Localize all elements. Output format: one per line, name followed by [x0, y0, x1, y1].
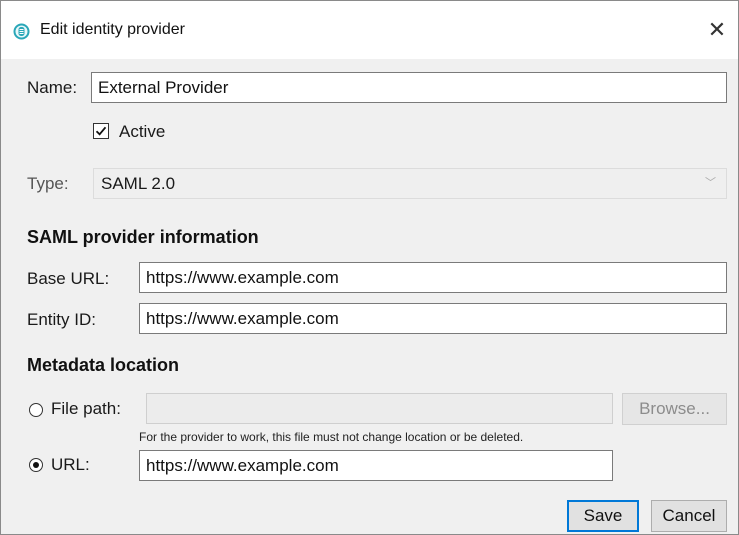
save-button[interactable]: Save — [567, 500, 639, 532]
saml-section-heading: SAML provider information — [27, 227, 259, 247]
name-input[interactable]: External Provider — [91, 72, 727, 103]
file-path-hint: For the provider to work, this file must… — [139, 430, 524, 444]
checkmark-icon — [95, 126, 107, 136]
url-label[interactable]: URL: — [51, 455, 90, 475]
edit-identity-provider-dialog: Edit identity provider ✕ Name: External … — [0, 0, 739, 535]
base-url-input[interactable]: https://www.example.com — [139, 262, 727, 293]
type-select[interactable]: SAML 2.0 ﹀ — [93, 168, 727, 199]
window-title: Edit identity provider — [40, 21, 185, 38]
metadata-section-heading: Metadata location — [27, 355, 180, 375]
identity-provider-app-icon — [13, 23, 30, 40]
type-select-value: SAML 2.0 — [101, 174, 176, 193]
name-label: Name: — [27, 78, 78, 97]
entity-id-label: Entity ID: — [27, 310, 96, 329]
title-bar: Edit identity provider ✕ — [1, 1, 738, 59]
file-path-label[interactable]: File path: — [51, 399, 121, 419]
close-icon[interactable]: ✕ — [701, 15, 733, 45]
radio-selected-dot — [33, 462, 39, 468]
metadata-url-input[interactable]: https://www.example.com — [139, 450, 613, 481]
browse-button[interactable]: Browse... — [622, 393, 727, 425]
file-path-radio[interactable] — [29, 403, 43, 417]
active-label[interactable]: Active — [119, 122, 165, 142]
entity-id-input[interactable]: https://www.example.com — [139, 303, 727, 334]
cancel-button[interactable]: Cancel — [651, 500, 727, 532]
file-path-input[interactable] — [146, 393, 613, 424]
type-label: Type: — [27, 174, 69, 193]
active-checkbox[interactable] — [93, 123, 109, 139]
chevron-down-icon: ﹀ — [705, 177, 716, 189]
url-radio[interactable] — [29, 458, 43, 472]
base-url-label: Base URL: — [27, 269, 110, 288]
